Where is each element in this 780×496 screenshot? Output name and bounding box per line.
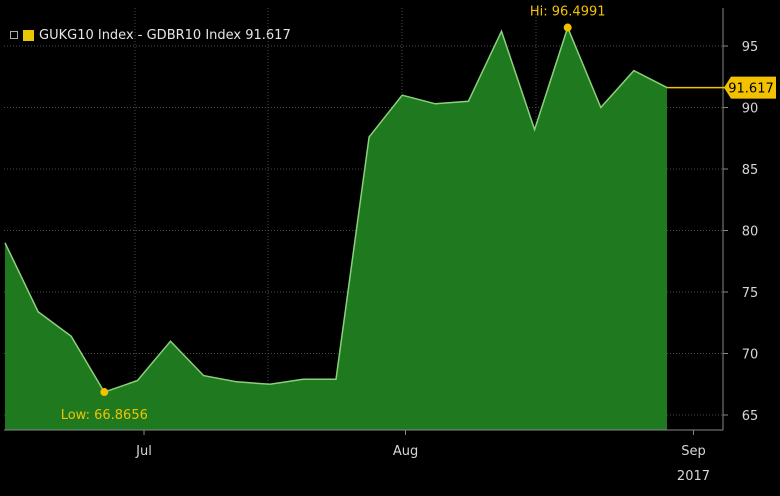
x-tick-label: Jul	[135, 444, 152, 459]
low-marker	[100, 388, 109, 397]
area-fill	[5, 27, 667, 430]
y-tick-label: 75	[742, 286, 759, 301]
y-tick-label: 90	[742, 102, 759, 117]
x-tick-label: Sep	[681, 444, 706, 459]
high-label: Hi: 96.4991	[530, 5, 606, 20]
y-tick-label: 80	[742, 225, 759, 240]
area-chart: 65707580859095JulAugSepOctNov2017Low: 66…	[4, 5, 776, 484]
y-tick-label: 95	[742, 40, 759, 55]
y-tick-label: 85	[742, 163, 759, 178]
low-label: Low: 66.8656	[61, 408, 148, 423]
high-marker	[563, 23, 572, 32]
last-value-label: 91.617	[728, 82, 774, 97]
x-tick-label: Aug	[393, 444, 418, 459]
y-tick-label: 65	[742, 409, 759, 424]
y-tick-label: 70	[742, 348, 759, 363]
x-axis-year-label: 2017	[677, 469, 710, 484]
